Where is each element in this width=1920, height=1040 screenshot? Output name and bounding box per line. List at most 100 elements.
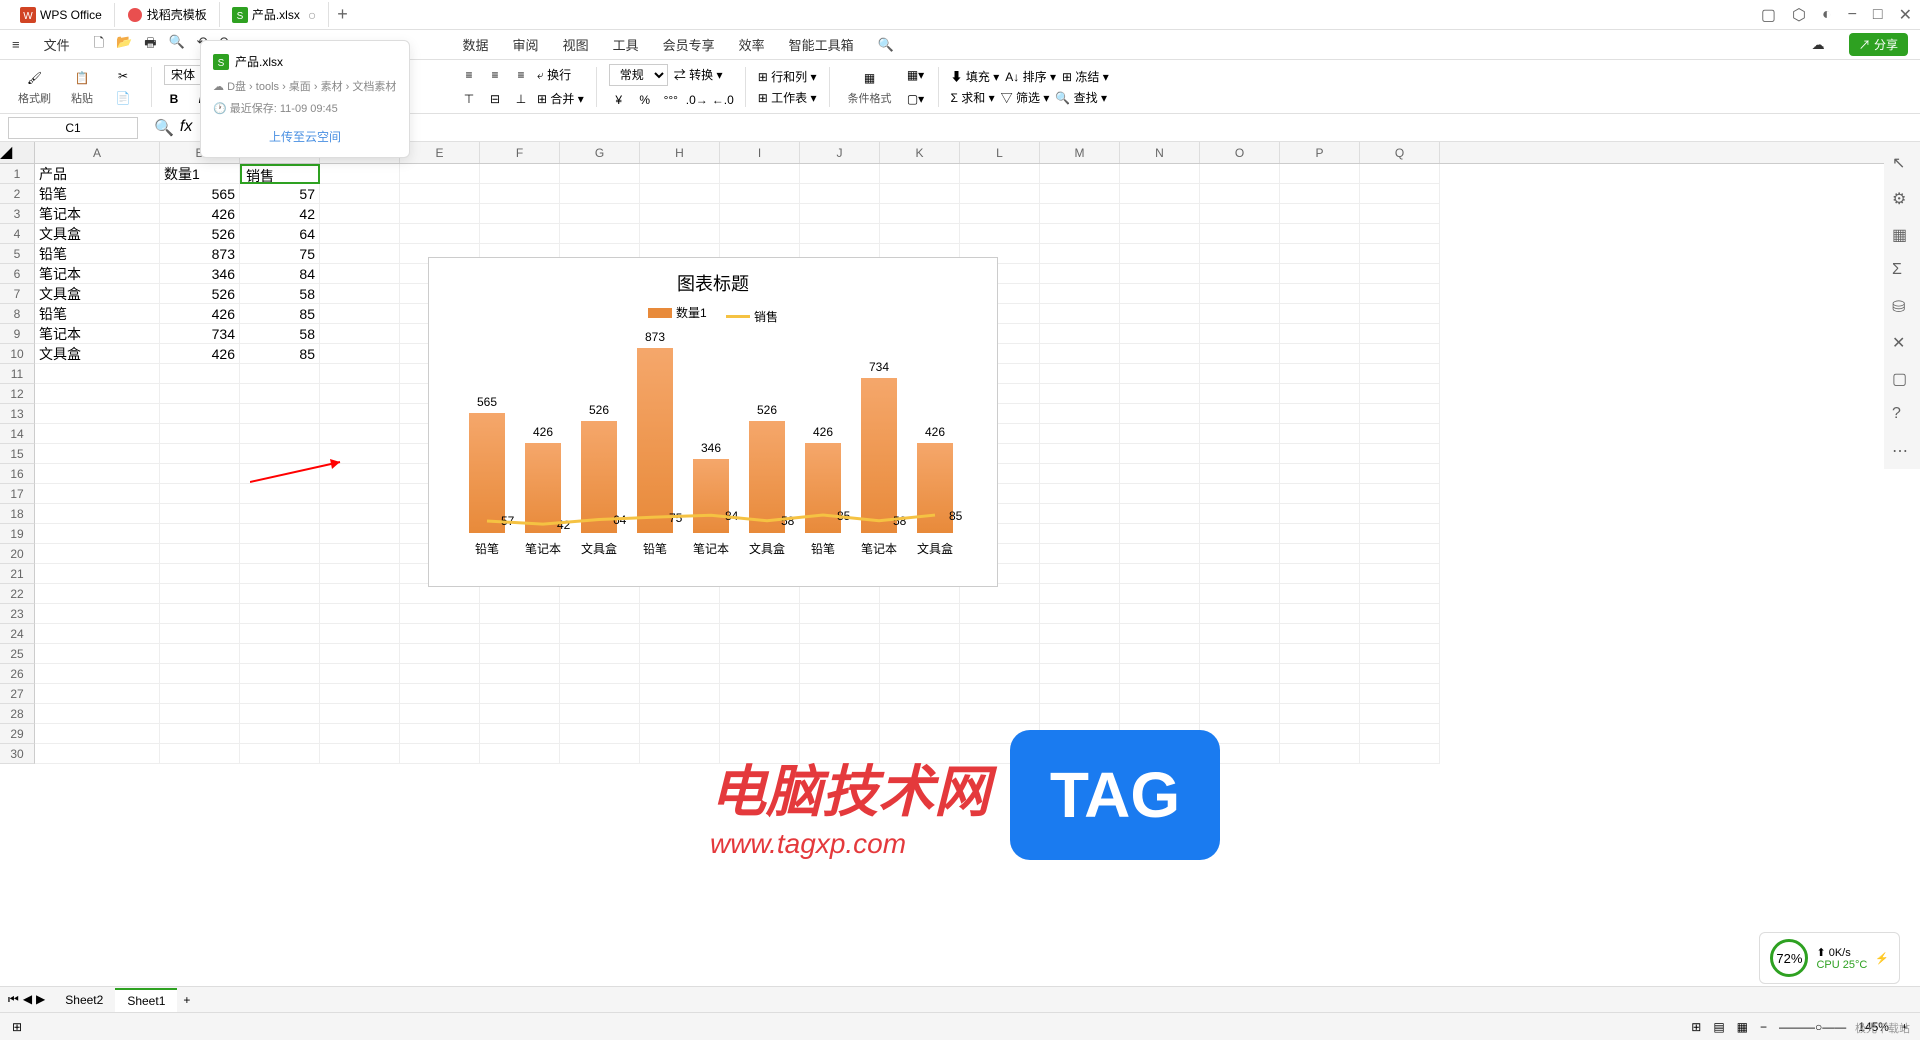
valign-top-icon[interactable]: ⊤ — [459, 89, 479, 109]
cell[interactable] — [880, 704, 960, 724]
row-header[interactable]: 8 — [0, 304, 35, 324]
settings-icon[interactable]: ⚙ — [1892, 189, 1912, 209]
cell[interactable] — [320, 564, 400, 584]
cell[interactable] — [800, 224, 880, 244]
col-header-J[interactable]: J — [800, 142, 880, 163]
cell[interactable] — [320, 304, 400, 324]
cell[interactable]: 42 — [240, 204, 320, 224]
cell[interactable] — [240, 564, 320, 584]
col-header-M[interactable]: M — [1040, 142, 1120, 163]
cell[interactable] — [1200, 344, 1280, 364]
cell[interactable] — [1120, 484, 1200, 504]
cell[interactable] — [960, 644, 1040, 664]
embedded-chart[interactable]: 图表标题 数量1 销售 56557铅笔42642笔记本52664文具盒87375… — [428, 257, 998, 587]
cell[interactable] — [1360, 524, 1440, 544]
cell[interactable] — [1200, 444, 1280, 464]
cell[interactable] — [480, 724, 560, 744]
cell[interactable] — [960, 224, 1040, 244]
cell[interactable] — [320, 744, 400, 764]
cell[interactable] — [1360, 464, 1440, 484]
status-icon[interactable]: ⊞ — [12, 1020, 22, 1034]
col-header-H[interactable]: H — [640, 142, 720, 163]
worksheet-button[interactable]: ⊞ 工作表 ▾ — [758, 89, 817, 106]
cell[interactable]: 58 — [240, 324, 320, 344]
cell[interactable] — [1360, 704, 1440, 724]
cell[interactable] — [35, 724, 160, 744]
cell[interactable] — [1040, 464, 1120, 484]
add-tab-button[interactable]: + — [337, 4, 348, 25]
cell[interactable] — [1200, 384, 1280, 404]
cell[interactable] — [1120, 704, 1200, 724]
find-button[interactable]: 🔍 查找 ▾ — [1055, 89, 1107, 106]
cell[interactable] — [1120, 684, 1200, 704]
share-button[interactable]: ↗ 分享 — [1849, 33, 1908, 56]
cell[interactable] — [1200, 244, 1280, 264]
cell[interactable] — [1040, 684, 1120, 704]
cell[interactable] — [240, 424, 320, 444]
preview-icon[interactable]: 🔍 — [169, 34, 185, 56]
percent-icon[interactable]: % — [635, 90, 655, 110]
col-header-L[interactable]: L — [960, 142, 1040, 163]
cell[interactable] — [1040, 484, 1120, 504]
cell[interactable] — [1280, 544, 1360, 564]
row-header[interactable]: 6 — [0, 264, 35, 284]
cell[interactable] — [1280, 364, 1360, 384]
cell[interactable] — [240, 704, 320, 724]
cell[interactable] — [480, 704, 560, 724]
cell[interactable]: 84 — [240, 264, 320, 284]
align-left-icon[interactable]: ≡ — [459, 65, 479, 85]
cell[interactable] — [880, 644, 960, 664]
cell[interactable] — [800, 604, 880, 624]
cell[interactable] — [1120, 544, 1200, 564]
paste-group[interactable]: 📋粘贴 — [65, 68, 99, 106]
cell[interactable] — [240, 484, 320, 504]
row-header[interactable]: 12 — [0, 384, 35, 404]
cell[interactable]: 346 — [160, 264, 240, 284]
cell[interactable] — [1280, 744, 1360, 764]
cell[interactable] — [880, 684, 960, 704]
row-header[interactable]: 27 — [0, 684, 35, 704]
menu-review[interactable]: 审阅 — [513, 35, 539, 54]
cell[interactable] — [1360, 264, 1440, 284]
cell[interactable] — [640, 204, 720, 224]
cell[interactable] — [960, 684, 1040, 704]
cell[interactable] — [800, 704, 880, 724]
cell[interactable] — [480, 644, 560, 664]
cell[interactable] — [240, 364, 320, 384]
sheet-tab-sheet1[interactable]: Sheet1 — [115, 988, 177, 1012]
cell[interactable] — [400, 584, 480, 604]
cell[interactable] — [35, 704, 160, 724]
cell[interactable] — [1040, 624, 1120, 644]
cell[interactable] — [1280, 504, 1360, 524]
cell[interactable] — [640, 624, 720, 644]
cloud-icon[interactable]: ☁ — [1812, 37, 1825, 53]
view-break-icon[interactable]: ▦ — [1737, 1020, 1748, 1034]
cell[interactable] — [320, 424, 400, 444]
cell[interactable] — [320, 364, 400, 384]
cell[interactable] — [1120, 584, 1200, 604]
screenshot-icon[interactable]: ▢ — [1892, 369, 1912, 389]
cell[interactable] — [160, 624, 240, 644]
cell[interactable]: 产品 — [35, 164, 160, 184]
cell[interactable]: 铅笔 — [35, 244, 160, 264]
cell[interactable] — [1200, 364, 1280, 384]
cell[interactable] — [320, 264, 400, 284]
cell[interactable] — [1360, 164, 1440, 184]
cell[interactable] — [880, 604, 960, 624]
avatar-icon[interactable]: ◐ — [1822, 6, 1832, 24]
cell[interactable] — [1360, 724, 1440, 744]
cell[interactable] — [400, 604, 480, 624]
cell[interactable] — [480, 224, 560, 244]
cell[interactable] — [1360, 624, 1440, 644]
cell[interactable] — [720, 584, 800, 604]
cell[interactable] — [720, 204, 800, 224]
valign-bot-icon[interactable]: ⊥ — [511, 89, 531, 109]
cell[interactable] — [400, 664, 480, 684]
cell[interactable] — [640, 164, 720, 184]
menu-member[interactable]: 会员专享 — [663, 35, 715, 54]
cell[interactable] — [1360, 344, 1440, 364]
cell[interactable] — [1040, 524, 1120, 544]
first-sheet-icon[interactable]: ⏮ — [8, 992, 19, 1007]
cell[interactable] — [960, 604, 1040, 624]
cell[interactable] — [1120, 344, 1200, 364]
